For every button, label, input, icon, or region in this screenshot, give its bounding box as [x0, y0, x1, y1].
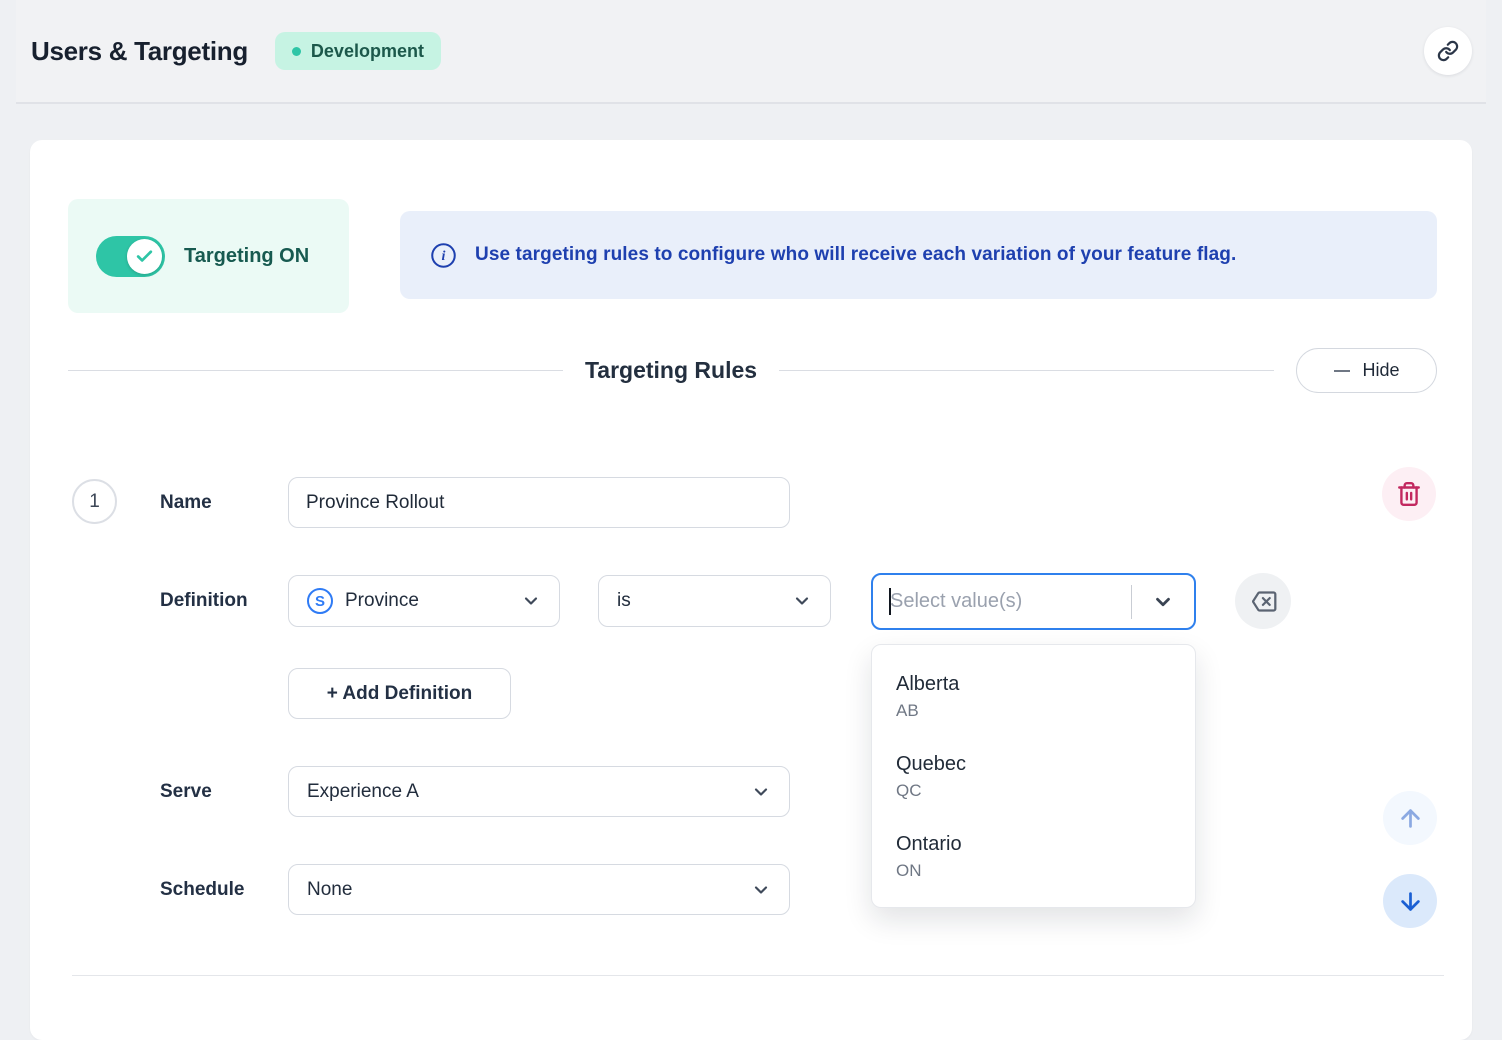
hide-rules-label: Hide	[1363, 360, 1400, 381]
chevron-down-icon	[751, 782, 771, 802]
environment-badge: Development	[275, 32, 441, 70]
chevron-down-icon	[792, 591, 812, 611]
copy-link-button[interactable]	[1424, 27, 1472, 75]
targeting-toggle-label: Targeting ON	[184, 245, 309, 268]
serve-select-value: Experience A	[307, 781, 419, 803]
trash-icon	[1396, 481, 1422, 507]
arrow-down-icon	[1397, 888, 1424, 915]
comparator-select-value: is	[617, 590, 631, 612]
add-definition-button[interactable]: + Add Definition	[288, 668, 511, 719]
page-header: Users & Targeting Development	[16, 0, 1486, 104]
schedule-select-value: None	[307, 879, 352, 901]
rules-section-header: Targeting Rules Hide	[68, 348, 1437, 393]
schedule-select[interactable]: None	[288, 864, 790, 915]
values-search-input[interactable]	[890, 590, 1131, 613]
chevron-down-icon	[521, 591, 541, 611]
minus-icon	[1334, 370, 1350, 372]
string-type-icon: S	[307, 588, 333, 614]
divider-line	[779, 370, 1274, 371]
property-select-value: Province	[345, 590, 419, 612]
divider-line	[72, 975, 1444, 976]
schedule-label: Schedule	[160, 864, 244, 915]
menu-item-label: Quebec	[896, 750, 1171, 778]
serve-label: Serve	[160, 766, 212, 817]
backspace-icon	[1250, 588, 1277, 615]
menu-item-code: QC	[896, 778, 1171, 804]
arrow-up-icon	[1397, 805, 1424, 832]
divider-line	[68, 370, 563, 371]
rule-name-input[interactable]	[288, 477, 790, 528]
menu-item-label: Ontario	[896, 830, 1171, 858]
page-title: Users & Targeting	[31, 36, 248, 67]
info-icon: i	[430, 242, 457, 269]
rules-section-title: Targeting Rules	[585, 357, 757, 384]
targeting-card: Targeting ON i Use targeting rules to co…	[30, 140, 1472, 1040]
hide-rules-button[interactable]: Hide	[1296, 348, 1437, 393]
serve-select[interactable]: Experience A	[288, 766, 790, 817]
menu-item-alberta[interactable]: Alberta AB	[872, 657, 1195, 737]
menu-item-code: AB	[896, 698, 1171, 724]
menu-item-code: ON	[896, 858, 1171, 884]
menu-item-quebec[interactable]: Quebec QC	[872, 737, 1195, 817]
targeting-toggle-card: Targeting ON	[68, 199, 349, 313]
values-dropdown-menu: Alberta AB Quebec QC Ontario ON	[871, 644, 1196, 908]
info-banner: i Use targeting rules to configure who w…	[400, 211, 1437, 299]
move-rule-down-button[interactable]	[1383, 874, 1437, 928]
rule-number-badge: 1	[72, 479, 117, 524]
delete-rule-button[interactable]	[1382, 467, 1436, 521]
comparator-select[interactable]: is	[598, 575, 831, 627]
environment-label: Development	[311, 41, 424, 62]
clear-values-button[interactable]	[1235, 573, 1291, 629]
values-multiselect[interactable]	[871, 573, 1196, 630]
name-label: Name	[160, 477, 212, 528]
menu-item-ontario[interactable]: Ontario ON	[872, 817, 1195, 897]
targeting-toggle[interactable]	[96, 236, 165, 277]
menu-item-label: Alberta	[896, 670, 1171, 698]
environment-dot-icon	[292, 47, 301, 56]
chevron-down-icon[interactable]	[1132, 591, 1194, 613]
property-select[interactable]: S Province	[288, 575, 560, 627]
chevron-down-icon	[751, 880, 771, 900]
move-rule-up-button[interactable]	[1383, 791, 1437, 845]
definition-label: Definition	[160, 575, 248, 627]
link-icon	[1437, 40, 1459, 62]
svg-text:i: i	[442, 248, 446, 264]
check-icon	[127, 239, 162, 274]
info-banner-text: Use targeting rules to configure who wil…	[475, 244, 1236, 266]
